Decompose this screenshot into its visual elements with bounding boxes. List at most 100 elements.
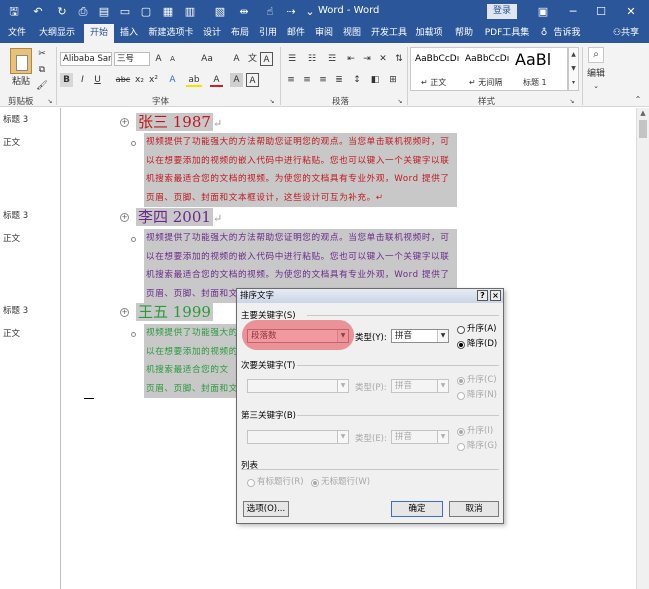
tab-outline[interactable]: 大纲显示 [33,24,81,43]
style-normal-sample[interactable]: AaBbCcDı [415,54,459,64]
secondary-key-combo[interactable]: ▼ [247,379,349,393]
enclose-char-button[interactable]: A [260,52,273,66]
tab-view[interactable]: 视图 [340,24,364,43]
line-spacing-icon[interactable]: ↕ [350,73,364,87]
styles-scroll[interactable]: ▲ ▼ ▾ [568,47,579,91]
bold-button[interactable]: B [60,73,73,87]
heading-3[interactable]: 王五 1999 [136,302,213,322]
redo-icon[interactable]: ↻ [54,4,70,20]
shrink-font-button[interactable]: A [166,52,179,66]
style-nospacing-sample[interactable]: AaBbCcDı [465,54,509,64]
secondary-desc-radio[interactable]: 降序(N) [457,390,497,401]
paste-icon[interactable] [10,48,32,74]
tab-addins[interactable]: 加载项 [414,24,444,43]
tab-references[interactable]: 引用 [256,24,280,43]
tab-design[interactable]: 设计 [200,24,224,43]
format-painter-icon[interactable]: 🖌 [36,79,48,93]
ribbon-display-icon[interactable]: ▣ [534,3,552,21]
highlight-button[interactable]: ab [186,73,202,87]
help-button[interactable]: ? [477,290,488,301]
search-icon[interactable]: ⌕ [588,47,604,63]
chevron-down-icon[interactable]: ⌄ [590,79,602,93]
tab-insert[interactable]: 插入 [116,24,142,43]
quick-print-icon[interactable]: ▦ [160,4,176,20]
grow-font-button[interactable]: A [152,52,165,66]
primary-type-combo[interactable]: 拼音 ▼ [391,329,449,343]
tab-layout[interactable]: 布局 [228,24,252,43]
new-icon[interactable]: ▢ [138,4,154,20]
tab-review[interactable]: 审阅 [312,24,336,43]
font-size-combo[interactable]: 三号 [114,52,150,66]
tertiary-asc-radio[interactable]: 升序(I) [457,426,493,437]
decrease-indent-icon[interactable]: ⇤ [344,52,358,66]
scroll-up-icon[interactable]: ▲ [639,109,647,117]
no-header-radio[interactable]: 无标题行(W) [311,477,370,488]
paste-button[interactable]: 粘贴 [9,75,33,89]
hand-icon[interactable]: ☝ [262,4,278,20]
tab-pdf[interactable]: PDF工具集 [482,24,532,43]
font-name-combo[interactable]: Alibaba Sans [60,52,112,66]
font-color-button[interactable]: A [210,73,223,87]
heading-2[interactable]: 李四 2001 ↵ [136,207,222,227]
minimize-icon[interactable]: ─ [564,3,582,21]
body-paragraph[interactable]: 视频提供了功能强大的 以在想要添加的视频的 机搜索最适合您的文 页眉、页脚、封面… [144,324,236,398]
expand-icon[interactable]: + [120,213,129,222]
login-button[interactable]: 登录 [487,4,517,19]
tab-file[interactable]: 文件 [4,24,30,43]
style-heading1-sample[interactable]: AaBl [515,50,551,69]
bullets-icon[interactable]: ☰ [284,52,300,66]
options-button[interactable]: 选项(O)... [243,501,289,517]
tell-me[interactable]: 告诉我 [552,24,582,43]
tab-mailings[interactable]: 邮件 [284,24,308,43]
align-center-icon[interactable]: ≡ [300,73,314,87]
scroll-thumb[interactable] [639,120,647,138]
tertiary-desc-radio[interactable]: 降序(G) [457,441,497,452]
expand-icon[interactable]: + [120,308,129,317]
text-effect-button[interactable]: A [166,73,179,87]
italic-button[interactable]: I [76,73,89,87]
secondary-type-combo[interactable]: 拼音 ▼ [391,379,449,393]
font-launcher-icon[interactable]: ↘ [268,95,276,109]
char-shading-button[interactable]: A [230,73,243,87]
customize-icon[interactable]: ⌄ [302,4,318,20]
strikethrough-button[interactable]: abc [114,73,132,87]
borders-icon[interactable]: ⊞ [386,73,400,87]
clipboard-launcher-icon[interactable]: ↘ [46,95,54,109]
tertiary-type-combo[interactable]: 拼音 ▼ [391,430,449,444]
copy-icon[interactable]: ⧉ [36,63,48,77]
superscript-button[interactable]: x² [147,73,160,87]
tab-home[interactable]: 开始 [84,24,114,43]
phonetic-button[interactable]: 文 [246,52,259,66]
align-right-icon[interactable]: ≡ [316,73,330,87]
heading-1[interactable]: 张三 1987 ↵ [136,112,222,132]
print-icon[interactable]: ▤ [96,4,112,20]
collapse-ribbon-icon[interactable]: ⌃ [632,93,644,107]
save-icon[interactable]: 🖫 [6,4,22,20]
numbering-icon[interactable]: ☷ [304,52,320,66]
underline-button[interactable]: U [91,73,104,87]
close-icon[interactable]: ✕ [622,3,640,21]
has-header-radio[interactable]: 有标题行(R) [247,477,304,488]
maximize-icon[interactable]: ☐ [592,3,610,21]
tab-help[interactable]: 帮助 [452,24,476,43]
indent-icon[interactable]: ⇹ [236,4,252,20]
tab-developer[interactable]: 开发工具 [368,24,410,43]
body-paragraph[interactable]: 视频提供了功能强大的方法帮助您证明您的观点。当您单击联机视频时，可 以在想要添加… [144,133,457,207]
char-border-button[interactable]: A [246,73,259,87]
primary-asc-radio[interactable]: 升序(A) [457,324,496,335]
ok-button[interactable]: 确定 [391,501,443,517]
align-left-icon[interactable]: ≡ [284,73,298,87]
share-button[interactable]: ⚇共享 [606,24,646,43]
cut-icon[interactable]: ✂ [36,47,48,61]
shading-icon[interactable]: ◧ [368,73,382,87]
expand-icon[interactable]: + [120,118,129,127]
primary-desc-radio[interactable]: 降序(D) [457,339,497,350]
undo-icon[interactable]: ↶ [30,4,46,20]
print-preview-icon[interactable]: ⎙ [75,4,91,20]
multilevel-icon[interactable]: ☲ [324,52,340,66]
tertiary-key-combo[interactable]: ▼ [247,430,349,444]
secondary-asc-radio[interactable]: 升序(C) [457,375,497,386]
close-dialog-button[interactable]: × [490,290,501,301]
vertical-scrollbar[interactable]: ▲ [636,108,649,589]
table-icon[interactable]: ▧ [212,4,228,20]
